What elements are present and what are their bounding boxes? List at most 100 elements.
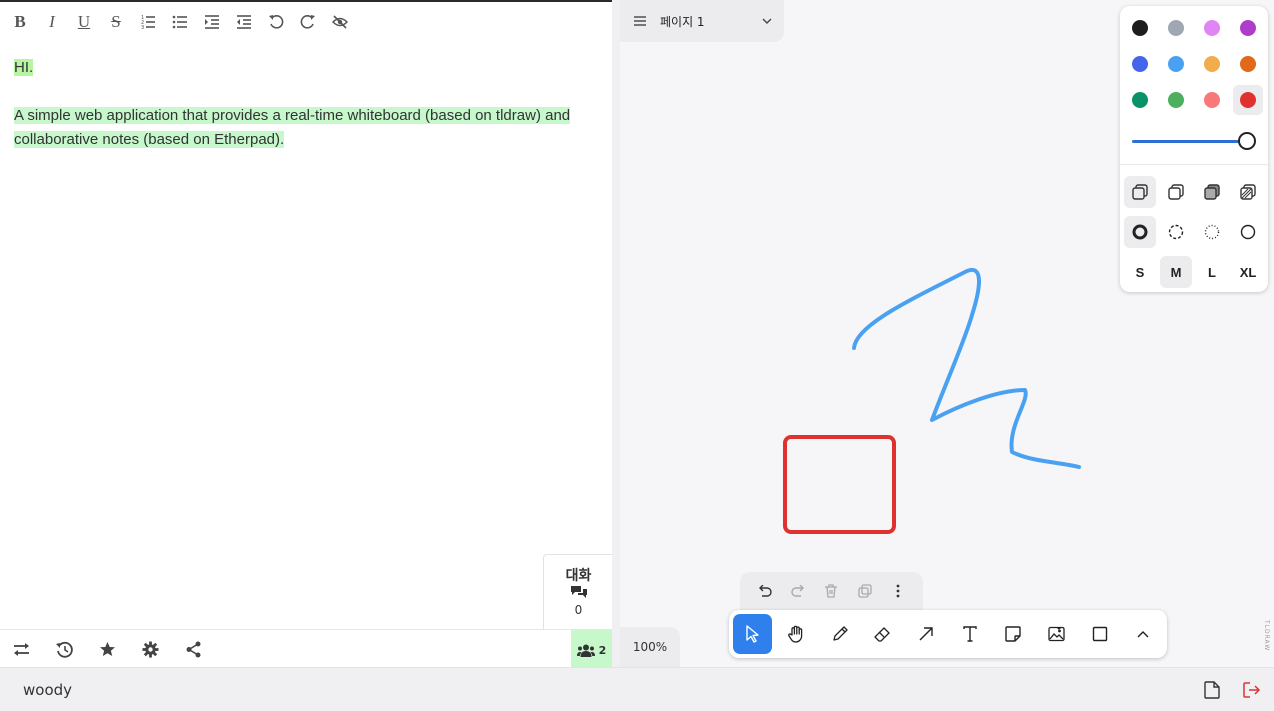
fill-semi-option[interactable] (1160, 176, 1192, 208)
page-menu[interactable]: 페이지 1 (620, 0, 784, 42)
editor-toolbar: B I U S 123 (0, 2, 612, 42)
text-icon (963, 626, 977, 642)
settings-button[interactable] (129, 630, 172, 670)
fill-semi-icon (1168, 184, 1184, 200)
color-swatch[interactable] (1197, 49, 1227, 79)
share-button[interactable] (172, 630, 215, 670)
status-bar: woody (0, 667, 1274, 711)
select-tool[interactable] (733, 614, 773, 654)
unordered-list-button[interactable] (164, 6, 196, 38)
rectangle-shape[interactable] (783, 435, 896, 534)
chevron-down-icon (762, 18, 772, 24)
strikethrough-button[interactable]: S (100, 6, 132, 38)
bold-label: B (14, 12, 26, 31)
color-swatch[interactable] (1161, 85, 1191, 115)
ordered-list-button[interactable]: 123 (132, 6, 164, 38)
duplicate-button[interactable] (851, 577, 879, 605)
underline-button[interactable]: U (68, 6, 100, 38)
undo-button[interactable] (260, 6, 292, 38)
color-dot (1204, 56, 1220, 72)
rectangle-tool[interactable] (1080, 614, 1119, 654)
file-icon (1204, 680, 1220, 699)
color-swatch[interactable] (1161, 13, 1191, 43)
hand-tool[interactable] (776, 614, 815, 654)
color-swatch[interactable] (1161, 49, 1191, 79)
hide-authorship-button[interactable] (324, 6, 356, 38)
username: woody (23, 680, 73, 699)
chat-toggle-button[interactable]: 대화 0 (543, 554, 613, 630)
redo-canvas-button[interactable] (784, 577, 812, 605)
dash-dashed-icon (1168, 224, 1184, 240)
size-m-option[interactable]: M (1160, 256, 1192, 288)
color-dot (1240, 92, 1256, 108)
action-bar (740, 572, 923, 610)
menu-icon (634, 16, 646, 26)
note-content[interactable]: HI. A simple web application that provid… (14, 56, 594, 176)
color-swatch[interactable] (1197, 13, 1227, 43)
color-swatch[interactable] (1233, 49, 1263, 79)
color-swatch[interactable] (1233, 85, 1263, 115)
dash-dotted-option[interactable] (1196, 216, 1228, 248)
undo-canvas-button[interactable] (751, 577, 779, 605)
fill-pattern-option[interactable] (1232, 176, 1264, 208)
arrow-tool[interactable] (907, 614, 946, 654)
sticky-note-icon (1005, 626, 1021, 642)
duplicate-icon (858, 584, 872, 598)
italic-button[interactable]: I (36, 6, 68, 38)
color-swatch[interactable] (1125, 49, 1155, 79)
text-tool[interactable] (950, 614, 989, 654)
indent-button[interactable] (196, 6, 228, 38)
hand-icon (788, 625, 803, 643)
history-icon (56, 641, 73, 658)
tldraw-watermark[interactable]: TLDRAW (1263, 620, 1270, 651)
swap-arrows-icon (14, 643, 29, 656)
logout-button[interactable] (1234, 672, 1270, 708)
cursor-icon (746, 625, 759, 643)
note-tool[interactable] (993, 614, 1032, 654)
opacity-slider-track[interactable] (1132, 140, 1246, 143)
draw-tool[interactable] (820, 614, 859, 654)
eraser-tool[interactable] (863, 614, 902, 654)
image-icon (1048, 626, 1065, 642)
bold-button[interactable]: B (4, 6, 36, 38)
notes-editor: B I U S 123 HI. A simple web application… (0, 0, 613, 670)
whiteboard-canvas[interactable]: 페이지 1 S M L XL 100% TLDRAW (620, 0, 1274, 667)
size-s-option[interactable]: S (1124, 256, 1156, 288)
color-swatch[interactable] (1125, 13, 1155, 43)
logout-icon (1243, 681, 1261, 698)
dash-dashed-option[interactable] (1160, 216, 1192, 248)
zoom-menu[interactable]: 100% (620, 627, 680, 667)
outdent-icon (237, 15, 251, 29)
chevron-up-icon (1137, 631, 1149, 638)
size-l-label: L (1208, 264, 1216, 280)
import-export-button[interactable] (0, 630, 43, 670)
color-swatch[interactable] (1125, 85, 1155, 115)
pane-divider[interactable] (612, 0, 620, 667)
more-tools-button[interactable] (1124, 614, 1163, 654)
dash-draw-option[interactable] (1124, 216, 1156, 248)
size-l-option[interactable]: L (1196, 256, 1228, 288)
color-swatch[interactable] (1233, 13, 1263, 43)
strikethrough-label: S (111, 12, 121, 31)
color-dot (1132, 20, 1148, 36)
undo-icon (758, 585, 772, 597)
redo-button[interactable] (292, 6, 324, 38)
new-document-button[interactable] (1194, 672, 1230, 708)
chat-label: 대화 (565, 568, 592, 584)
size-xl-option[interactable]: XL (1232, 256, 1264, 288)
save-revision-button[interactable] (86, 630, 129, 670)
fill-solid-option[interactable] (1196, 176, 1228, 208)
fill-none-option[interactable] (1124, 176, 1156, 208)
opacity-slider-thumb[interactable] (1238, 132, 1256, 150)
image-tool[interactable] (1037, 614, 1076, 654)
color-dot (1240, 56, 1256, 72)
color-swatch[interactable] (1197, 85, 1227, 115)
underline-label: U (77, 12, 91, 31)
pencil-icon (832, 626, 848, 641)
outdent-button[interactable] (228, 6, 260, 38)
timeslider-button[interactable] (43, 630, 86, 670)
dash-solid-option[interactable] (1232, 216, 1264, 248)
more-actions-button[interactable] (884, 577, 912, 605)
users-button[interactable]: 2 (571, 630, 612, 670)
delete-button[interactable] (817, 577, 845, 605)
